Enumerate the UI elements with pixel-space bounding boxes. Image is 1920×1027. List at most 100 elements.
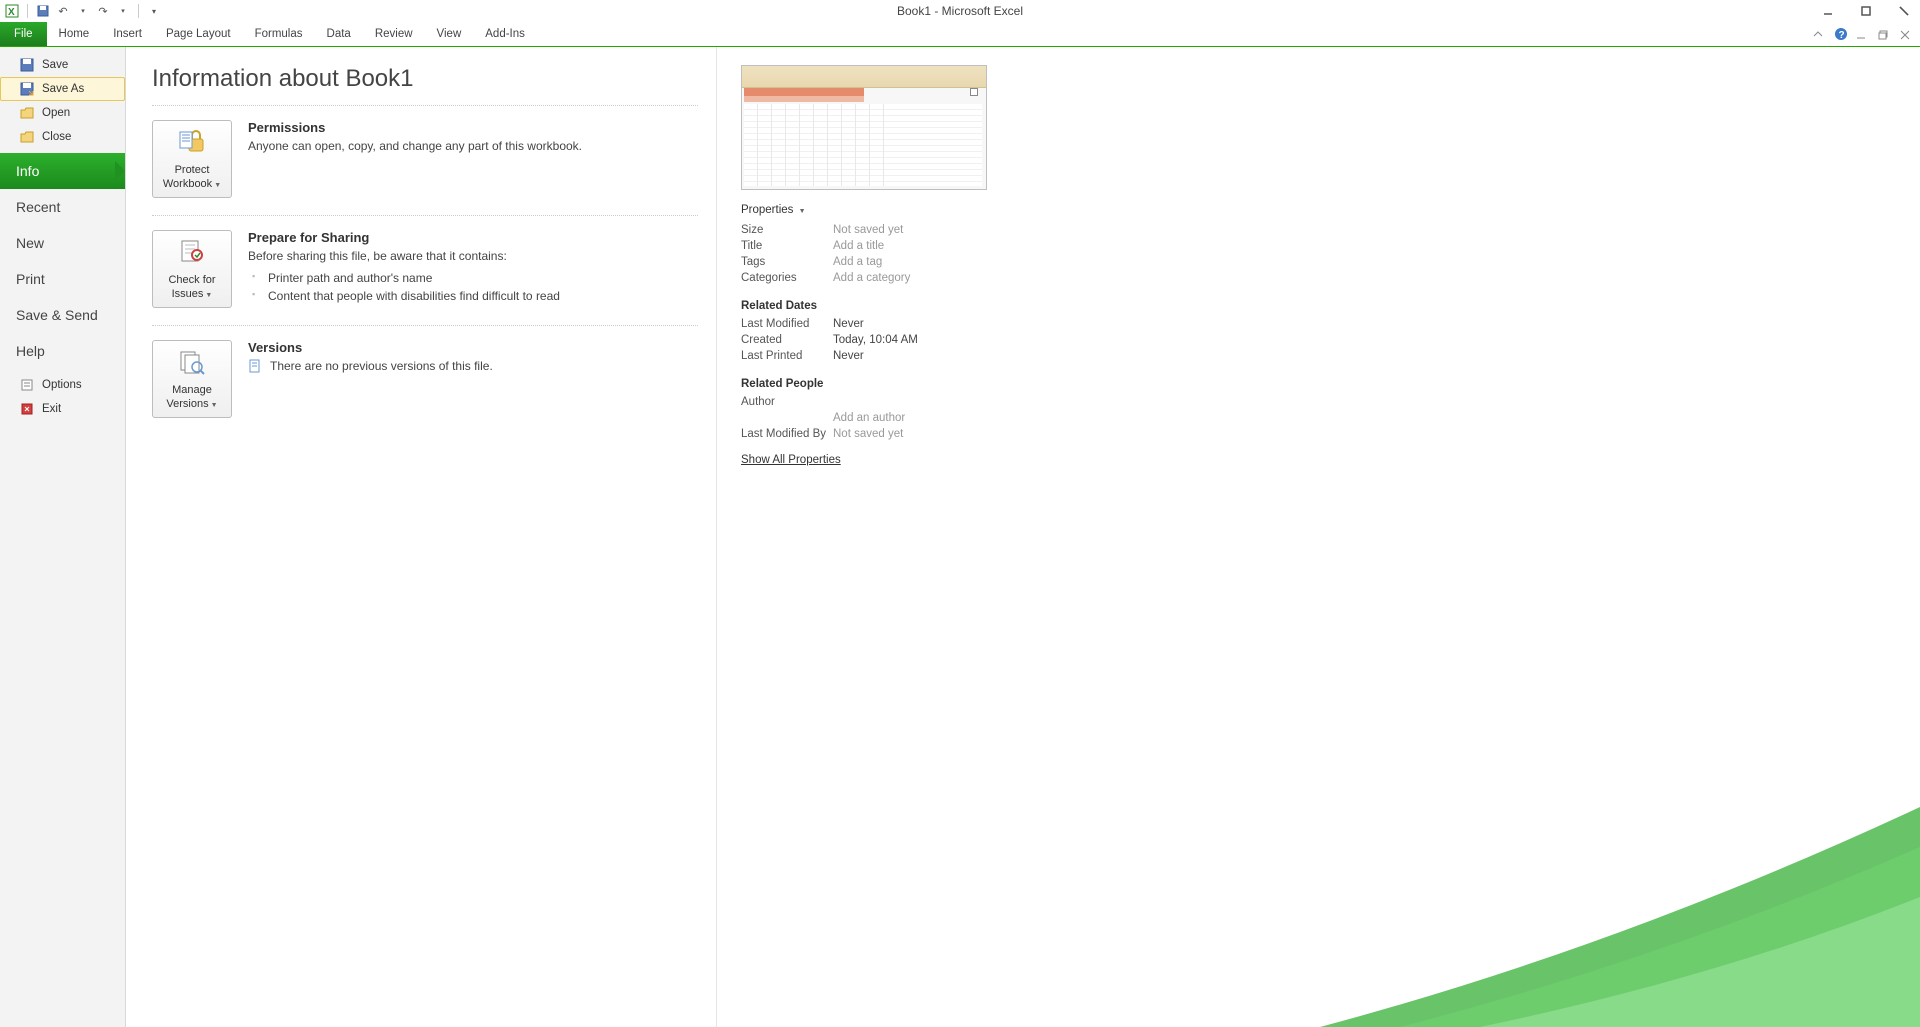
document-thumbnail[interactable] xyxy=(741,65,987,190)
property-row-modified-by: Last Modified By Not saved yet xyxy=(741,426,1066,442)
tab-page-layout[interactable]: Page Layout xyxy=(154,22,243,46)
save-icon[interactable] xyxy=(35,3,51,19)
chevron-down-icon: ▼ xyxy=(205,292,212,299)
window-restore-icon[interactable] xyxy=(1878,27,1892,41)
sidebar-item-save[interactable]: Save xyxy=(0,53,125,77)
sharing-text: Before sharing this file, be aware that … xyxy=(248,249,560,263)
sidebar-item-close[interactable]: Close xyxy=(0,125,125,149)
sidebar-item-label: Exit xyxy=(42,403,61,415)
property-label: Title xyxy=(741,240,833,252)
permissions-heading: Permissions xyxy=(248,120,582,135)
show-all-properties-link[interactable]: Show All Properties xyxy=(741,454,841,466)
ribbon-minimize-icon[interactable] xyxy=(1812,27,1826,41)
related-dates-header: Related Dates xyxy=(741,300,1066,312)
backstage: Save Save As Open Close Info Recent New … xyxy=(0,47,1920,1027)
sidebar-item-print[interactable]: Print xyxy=(0,261,125,297)
redo-dropdown-icon[interactable]: ▾ xyxy=(115,3,131,19)
tab-file[interactable]: File xyxy=(0,22,47,46)
svg-text:?: ? xyxy=(1839,30,1845,41)
tab-review[interactable]: Review xyxy=(363,22,425,46)
save-icon xyxy=(20,58,34,72)
ribbon-tabs: File Home Insert Page Layout Formulas Da… xyxy=(0,22,1920,47)
window-close-icon[interactable] xyxy=(1900,27,1914,41)
tab-add-ins[interactable]: Add-Ins xyxy=(473,22,537,46)
property-row-tags: Tags Add a tag xyxy=(741,254,1066,270)
property-value: Not saved yet xyxy=(833,224,903,236)
property-label: Last Modified xyxy=(741,318,833,330)
maximize-button[interactable] xyxy=(1856,2,1876,20)
sharing-heading: Prepare for Sharing xyxy=(248,230,560,245)
permissions-section: Protect Workbook▼ Permissions Anyone can… xyxy=(152,106,716,216)
property-value[interactable]: Add a tag xyxy=(833,256,882,268)
minimize-button[interactable] xyxy=(1818,2,1838,20)
tab-insert[interactable]: Insert xyxy=(101,22,154,46)
property-row-last-modified: Last Modified Never xyxy=(741,316,1066,332)
chevron-down-icon: ▼ xyxy=(211,402,218,409)
help-icon[interactable]: ? xyxy=(1834,27,1848,41)
excel-icon[interactable]: X xyxy=(4,3,20,19)
undo-dropdown-icon[interactable]: ▾ xyxy=(75,3,91,19)
window-minimize-icon[interactable] xyxy=(1856,27,1870,41)
manage-versions-button[interactable]: Manage Versions▼ xyxy=(152,340,232,418)
sidebar-item-recent[interactable]: Recent xyxy=(0,189,125,225)
sidebar-item-save-as[interactable]: Save As xyxy=(0,77,125,101)
tab-view[interactable]: View xyxy=(425,22,474,46)
property-row-title: Title Add a title xyxy=(741,238,1066,254)
sidebar-item-label: Open xyxy=(42,107,70,119)
backstage-sidebar: Save Save As Open Close Info Recent New … xyxy=(0,47,126,1027)
sidebar-item-info[interactable]: Info xyxy=(0,153,125,189)
protect-workbook-button[interactable]: Protect Workbook▼ xyxy=(152,120,232,198)
sidebar-item-label: Save As xyxy=(42,83,84,95)
add-author-link[interactable]: Add an author xyxy=(833,412,905,424)
sidebar-item-options[interactable]: Options xyxy=(0,373,125,397)
button-label-line1: Protect xyxy=(175,164,210,176)
sidebar-item-exit[interactable]: Exit xyxy=(0,397,125,421)
sidebar-item-open[interactable]: Open xyxy=(0,101,125,125)
property-value: Never xyxy=(833,318,864,330)
sidebar-item-label: Close xyxy=(42,131,71,143)
property-label: Size xyxy=(741,224,833,236)
options-icon xyxy=(20,378,34,392)
property-row-add-author: Add an author xyxy=(741,410,1066,426)
button-label-line2: Versions▼ xyxy=(166,398,217,410)
folder-close-icon xyxy=(20,130,34,144)
versions-heading: Versions xyxy=(248,340,493,355)
property-label: Author xyxy=(741,396,833,408)
inspect-icon xyxy=(177,239,207,268)
quick-access-toolbar: X ↶ ▾ ↷ ▾ ▾ xyxy=(0,3,162,19)
versions-text: There are no previous versions of this f… xyxy=(270,359,493,373)
tab-data[interactable]: Data xyxy=(315,22,363,46)
sharing-bullet: Printer path and author's name xyxy=(248,269,560,287)
sidebar-item-label: Save & Send xyxy=(16,307,98,323)
related-people-header: Related People xyxy=(741,378,1066,390)
sharing-section: Check for Issues▼ Prepare for Sharing Be… xyxy=(152,216,716,326)
sidebar-item-save-send[interactable]: Save & Send xyxy=(0,297,125,333)
sidebar-item-label: Save xyxy=(42,59,68,71)
sidebar-item-new[interactable]: New xyxy=(0,225,125,261)
button-label-line1: Manage xyxy=(172,384,212,396)
chevron-down-icon: ▼ xyxy=(214,182,221,189)
window-title: Book1 - Microsoft Excel xyxy=(897,4,1023,18)
property-value[interactable]: Add a category xyxy=(833,272,910,284)
button-label-line2: Workbook▼ xyxy=(163,178,221,190)
button-label-line1: Check for xyxy=(168,274,215,286)
undo-icon[interactable]: ↶ xyxy=(55,3,71,19)
property-value[interactable]: Add a title xyxy=(833,240,884,252)
redo-icon[interactable]: ↷ xyxy=(95,3,111,19)
tab-home[interactable]: Home xyxy=(47,22,102,46)
property-row-last-printed: Last Printed Never xyxy=(741,348,1066,364)
sidebar-item-label: Recent xyxy=(16,199,60,215)
page-title: Information about Book1 xyxy=(152,65,716,93)
property-label: Tags xyxy=(741,256,833,268)
close-button[interactable] xyxy=(1894,2,1914,20)
properties-dropdown[interactable]: Properties ▼ xyxy=(741,204,1066,216)
info-left-column: Information about Book1 Protect Workbook… xyxy=(126,47,716,1027)
qat-customize-icon[interactable]: ▾ xyxy=(146,3,162,19)
lock-icon xyxy=(177,129,207,158)
save-as-icon xyxy=(20,82,34,96)
sidebar-item-help[interactable]: Help xyxy=(0,333,125,369)
versions-icon xyxy=(177,349,207,378)
check-for-issues-button[interactable]: Check for Issues▼ xyxy=(152,230,232,308)
property-row-author: Author xyxy=(741,394,1066,410)
tab-formulas[interactable]: Formulas xyxy=(243,22,315,46)
